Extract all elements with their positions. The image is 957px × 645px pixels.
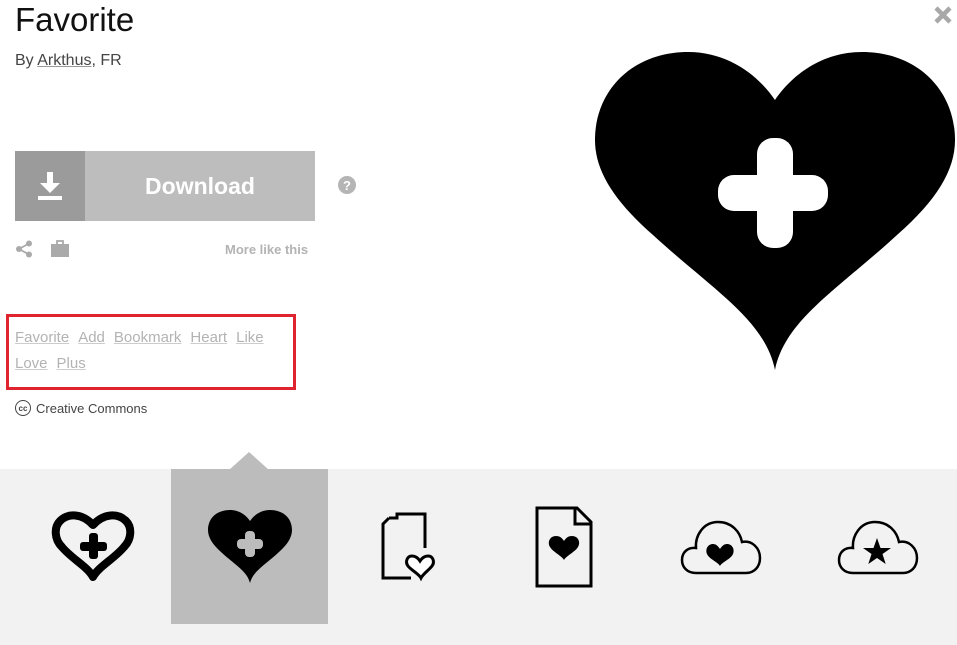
close-icon[interactable] xyxy=(932,4,954,26)
tag-bookmark[interactable]: Bookmark xyxy=(114,329,182,346)
creative-commons-icon: cc xyxy=(15,400,31,416)
icon-title: Favorite xyxy=(15,1,135,38)
tag-list: Favorite Add Bookmark Heart Like Love Plus xyxy=(15,325,285,377)
related-icon-heart-outline-plus[interactable] xyxy=(14,469,171,624)
license-info[interactable]: cc Creative Commons xyxy=(15,400,147,416)
tag-favorite[interactable]: Favorite xyxy=(15,329,69,346)
cloud-heart-icon xyxy=(680,520,761,574)
heart-filled-plus-icon xyxy=(207,509,292,583)
license-label: Creative Commons xyxy=(36,400,148,416)
heart-outline-plus-icon xyxy=(51,511,134,581)
related-icon-file-heart[interactable] xyxy=(485,469,642,624)
byline: By Arkthus, FR xyxy=(15,52,122,70)
file-heart-icon xyxy=(535,506,592,587)
heart-plus-icon-preview xyxy=(595,52,955,370)
download-icon-box xyxy=(15,151,85,221)
related-icon-document-heart[interactable] xyxy=(328,469,485,624)
author-link[interactable]: Arkthus xyxy=(37,52,91,69)
document-heart-icon xyxy=(381,512,435,581)
tag-love[interactable]: Love xyxy=(15,355,48,372)
download-label: Download xyxy=(85,151,315,221)
help-icon[interactable]: ? xyxy=(338,176,356,194)
more-like-this-link[interactable]: More like this xyxy=(225,242,308,257)
related-icon-cloud-star[interactable] xyxy=(799,469,956,624)
share-icon[interactable] xyxy=(15,240,33,258)
related-icon-cloud-heart[interactable] xyxy=(642,469,799,624)
tag-like[interactable]: Like xyxy=(236,329,264,346)
tag-add[interactable]: Add xyxy=(78,329,105,346)
tag-plus[interactable]: Plus xyxy=(57,355,86,372)
download-icon xyxy=(38,172,62,200)
byline-prefix: By xyxy=(15,52,38,69)
selected-pointer xyxy=(229,452,269,470)
download-button[interactable]: Download xyxy=(15,151,315,221)
related-icon-heart-filled-plus[interactable] xyxy=(171,469,328,624)
related-icons-strip xyxy=(0,469,957,645)
tag-heart[interactable]: Heart xyxy=(190,329,227,346)
author-location: , FR xyxy=(91,52,122,69)
briefcase-icon[interactable] xyxy=(51,240,69,257)
cloud-star-icon xyxy=(837,520,918,574)
